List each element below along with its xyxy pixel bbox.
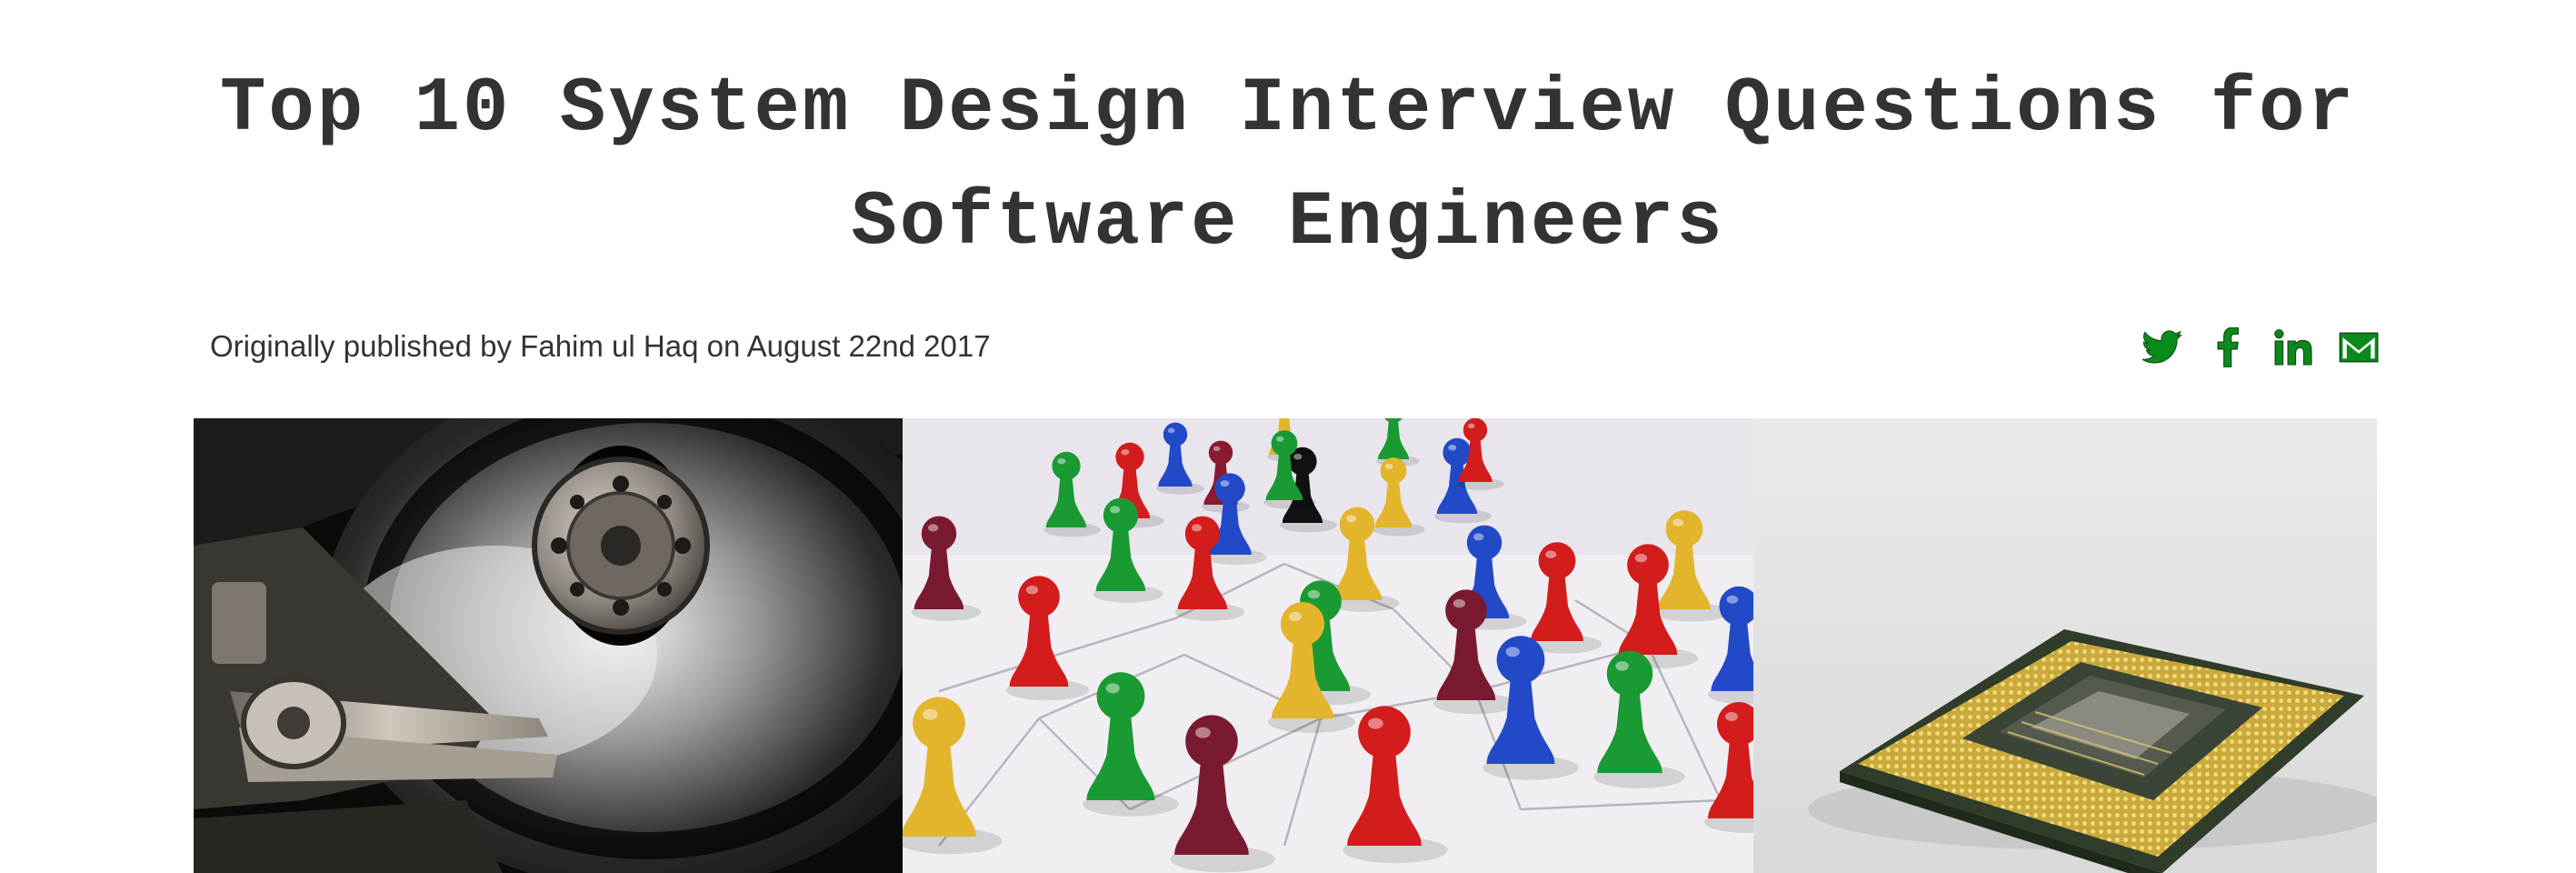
article-title: Top 10 System Design Interview Questions… xyxy=(220,66,2356,266)
pawn-network-image xyxy=(903,418,1753,873)
share-bar xyxy=(2142,325,2380,370)
article-page: Top 10 System Design Interview Questions… xyxy=(0,0,2576,873)
facebook-icon xyxy=(2217,327,2239,367)
linkedin-share-button[interactable] xyxy=(2272,326,2314,368)
email-share-button[interactable] xyxy=(2338,326,2380,368)
email-icon xyxy=(2339,332,2379,363)
cpu-chip-image xyxy=(1753,418,2377,873)
facebook-share-button[interactable] xyxy=(2207,326,2249,368)
article-byline: Originally published by Fahim ul Haq on … xyxy=(210,329,991,363)
linkedin-icon xyxy=(2274,329,2312,366)
hard-drive-image xyxy=(194,418,903,873)
twitter-share-button[interactable] xyxy=(2142,326,2183,368)
twitter-icon xyxy=(2142,330,2182,364)
hero-image xyxy=(194,418,2377,873)
